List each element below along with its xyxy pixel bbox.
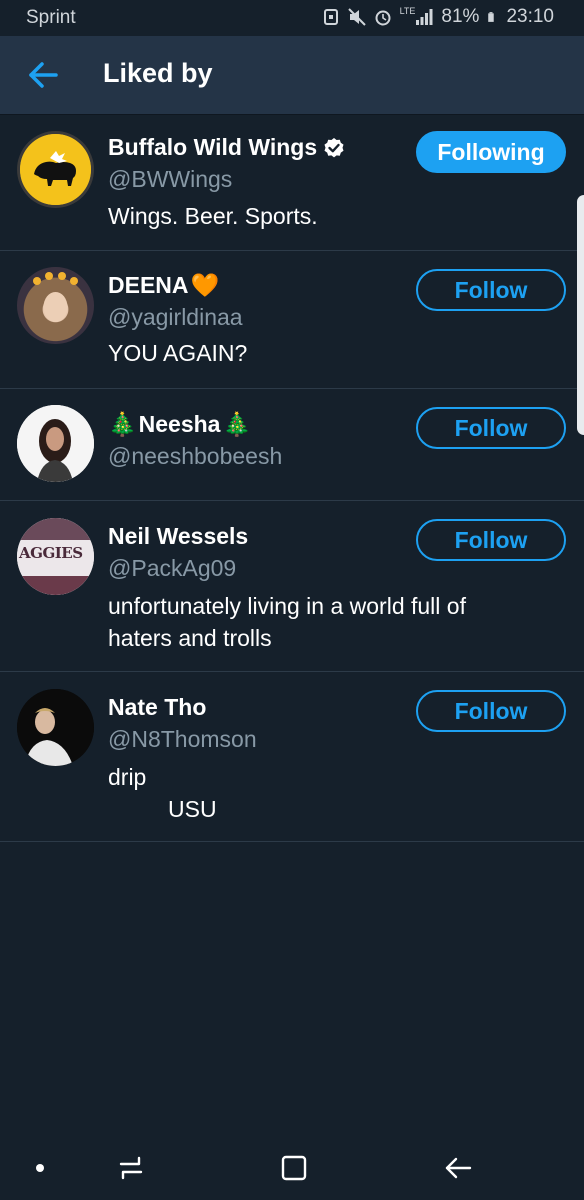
alarm-icon — [375, 10, 391, 26]
avatar[interactable] — [17, 267, 94, 344]
user-name: Neil Wessels — [108, 523, 248, 550]
orange-heart-icon: 🧡 — [190, 272, 220, 298]
liked-by-list: Buffalo Wild Wings @BWWings Wings. Beer.… — [0, 114, 584, 842]
carrier-label: Sprint — [26, 7, 76, 28]
user-name-text: Buffalo Wild Wings — [108, 134, 318, 160]
user-handle: @PackAg09 — [108, 555, 237, 581]
network-type: LTE — [399, 6, 416, 16]
user-name: Buffalo Wild Wings — [108, 134, 345, 161]
scroll-handle[interactable] — [577, 195, 584, 435]
avatar-text: AGGIES — [19, 544, 83, 562]
avatar[interactable] — [17, 405, 94, 482]
user-handle: @BWWings — [108, 166, 233, 192]
user-handle: @neeshbobeesh — [108, 443, 283, 469]
recent-apps-icon[interactable] — [113, 1150, 149, 1186]
user-name-text: Neil Wessels — [108, 523, 249, 549]
header: Liked by — [0, 36, 584, 114]
buffalo-logo-icon — [20, 134, 91, 205]
battery-icon — [488, 12, 495, 22]
user-bio: YOU AGAIN? — [108, 340, 248, 366]
avatar[interactable]: AGGIES — [17, 518, 94, 595]
follow-button[interactable]: Follow — [416, 269, 566, 311]
user-bio: Wings. Beer. Sports. — [108, 203, 318, 229]
person-photo-icon — [17, 689, 94, 766]
home-icon[interactable] — [276, 1150, 312, 1186]
list-item[interactable]: DEENA 🧡 @yagirldinaa YOU AGAIN? Follow — [0, 251, 584, 389]
follow-button[interactable]: Follow — [416, 519, 566, 561]
avatar[interactable] — [17, 689, 94, 766]
status-bar: Sprint LTE 81% 23:10 — [0, 0, 584, 36]
dot-icon[interactable] — [22, 1150, 58, 1186]
battery-percent: 81% — [441, 6, 480, 27]
christmas-tree-icon: 🎄 — [108, 411, 137, 437]
user-name-text: Neesha — [138, 411, 221, 437]
bio-line: drip — [108, 764, 147, 790]
user-bio: unfortunately living in a world full of … — [108, 593, 466, 651]
avatar[interactable] — [17, 131, 94, 208]
christmas-tree-icon: 🎄 — [222, 411, 252, 437]
user-bio: drip USU — [108, 761, 528, 825]
user-handle: @yagirldinaa — [108, 304, 243, 330]
back-icon[interactable] — [440, 1150, 476, 1186]
navigation-bar — [0, 1136, 584, 1200]
back-arrow-icon[interactable] — [26, 58, 60, 92]
bio-line: USU — [168, 796, 217, 822]
list-item[interactable]: AGGIES Neil Wessels @PackAg09 unfortunat… — [0, 501, 584, 672]
user-name-text: Nate Tho — [108, 694, 207, 720]
user-name: 🎄 Neesha 🎄 — [108, 411, 251, 438]
following-button[interactable]: Following — [416, 131, 566, 173]
person-photo-icon — [17, 405, 94, 482]
user-handle: @N8Thomson — [108, 726, 257, 752]
user-name-text: DEENA — [108, 272, 189, 298]
clock: 23:10 — [506, 6, 554, 27]
follow-button[interactable]: Follow — [416, 690, 566, 732]
signal-icon — [416, 9, 433, 25]
verified-badge-icon — [324, 137, 344, 157]
follow-button[interactable]: Follow — [416, 407, 566, 449]
page-title: Liked by — [103, 58, 213, 88]
list-item[interactable]: Nate Tho @N8Thomson drip USU Follow — [0, 672, 584, 842]
user-name: Nate Tho — [108, 694, 206, 721]
list-item[interactable]: Buffalo Wild Wings @BWWings Wings. Beer.… — [0, 114, 584, 251]
status-icons: LTE 81% 23:10 — [322, 6, 554, 28]
flower-crown-icon — [33, 272, 78, 322]
user-name: DEENA 🧡 — [108, 272, 219, 299]
mute-icon — [347, 8, 366, 26]
list-item[interactable]: 🎄 Neesha 🎄 @neeshbobeesh Follow — [0, 389, 584, 501]
nfc-icon — [323, 9, 338, 25]
